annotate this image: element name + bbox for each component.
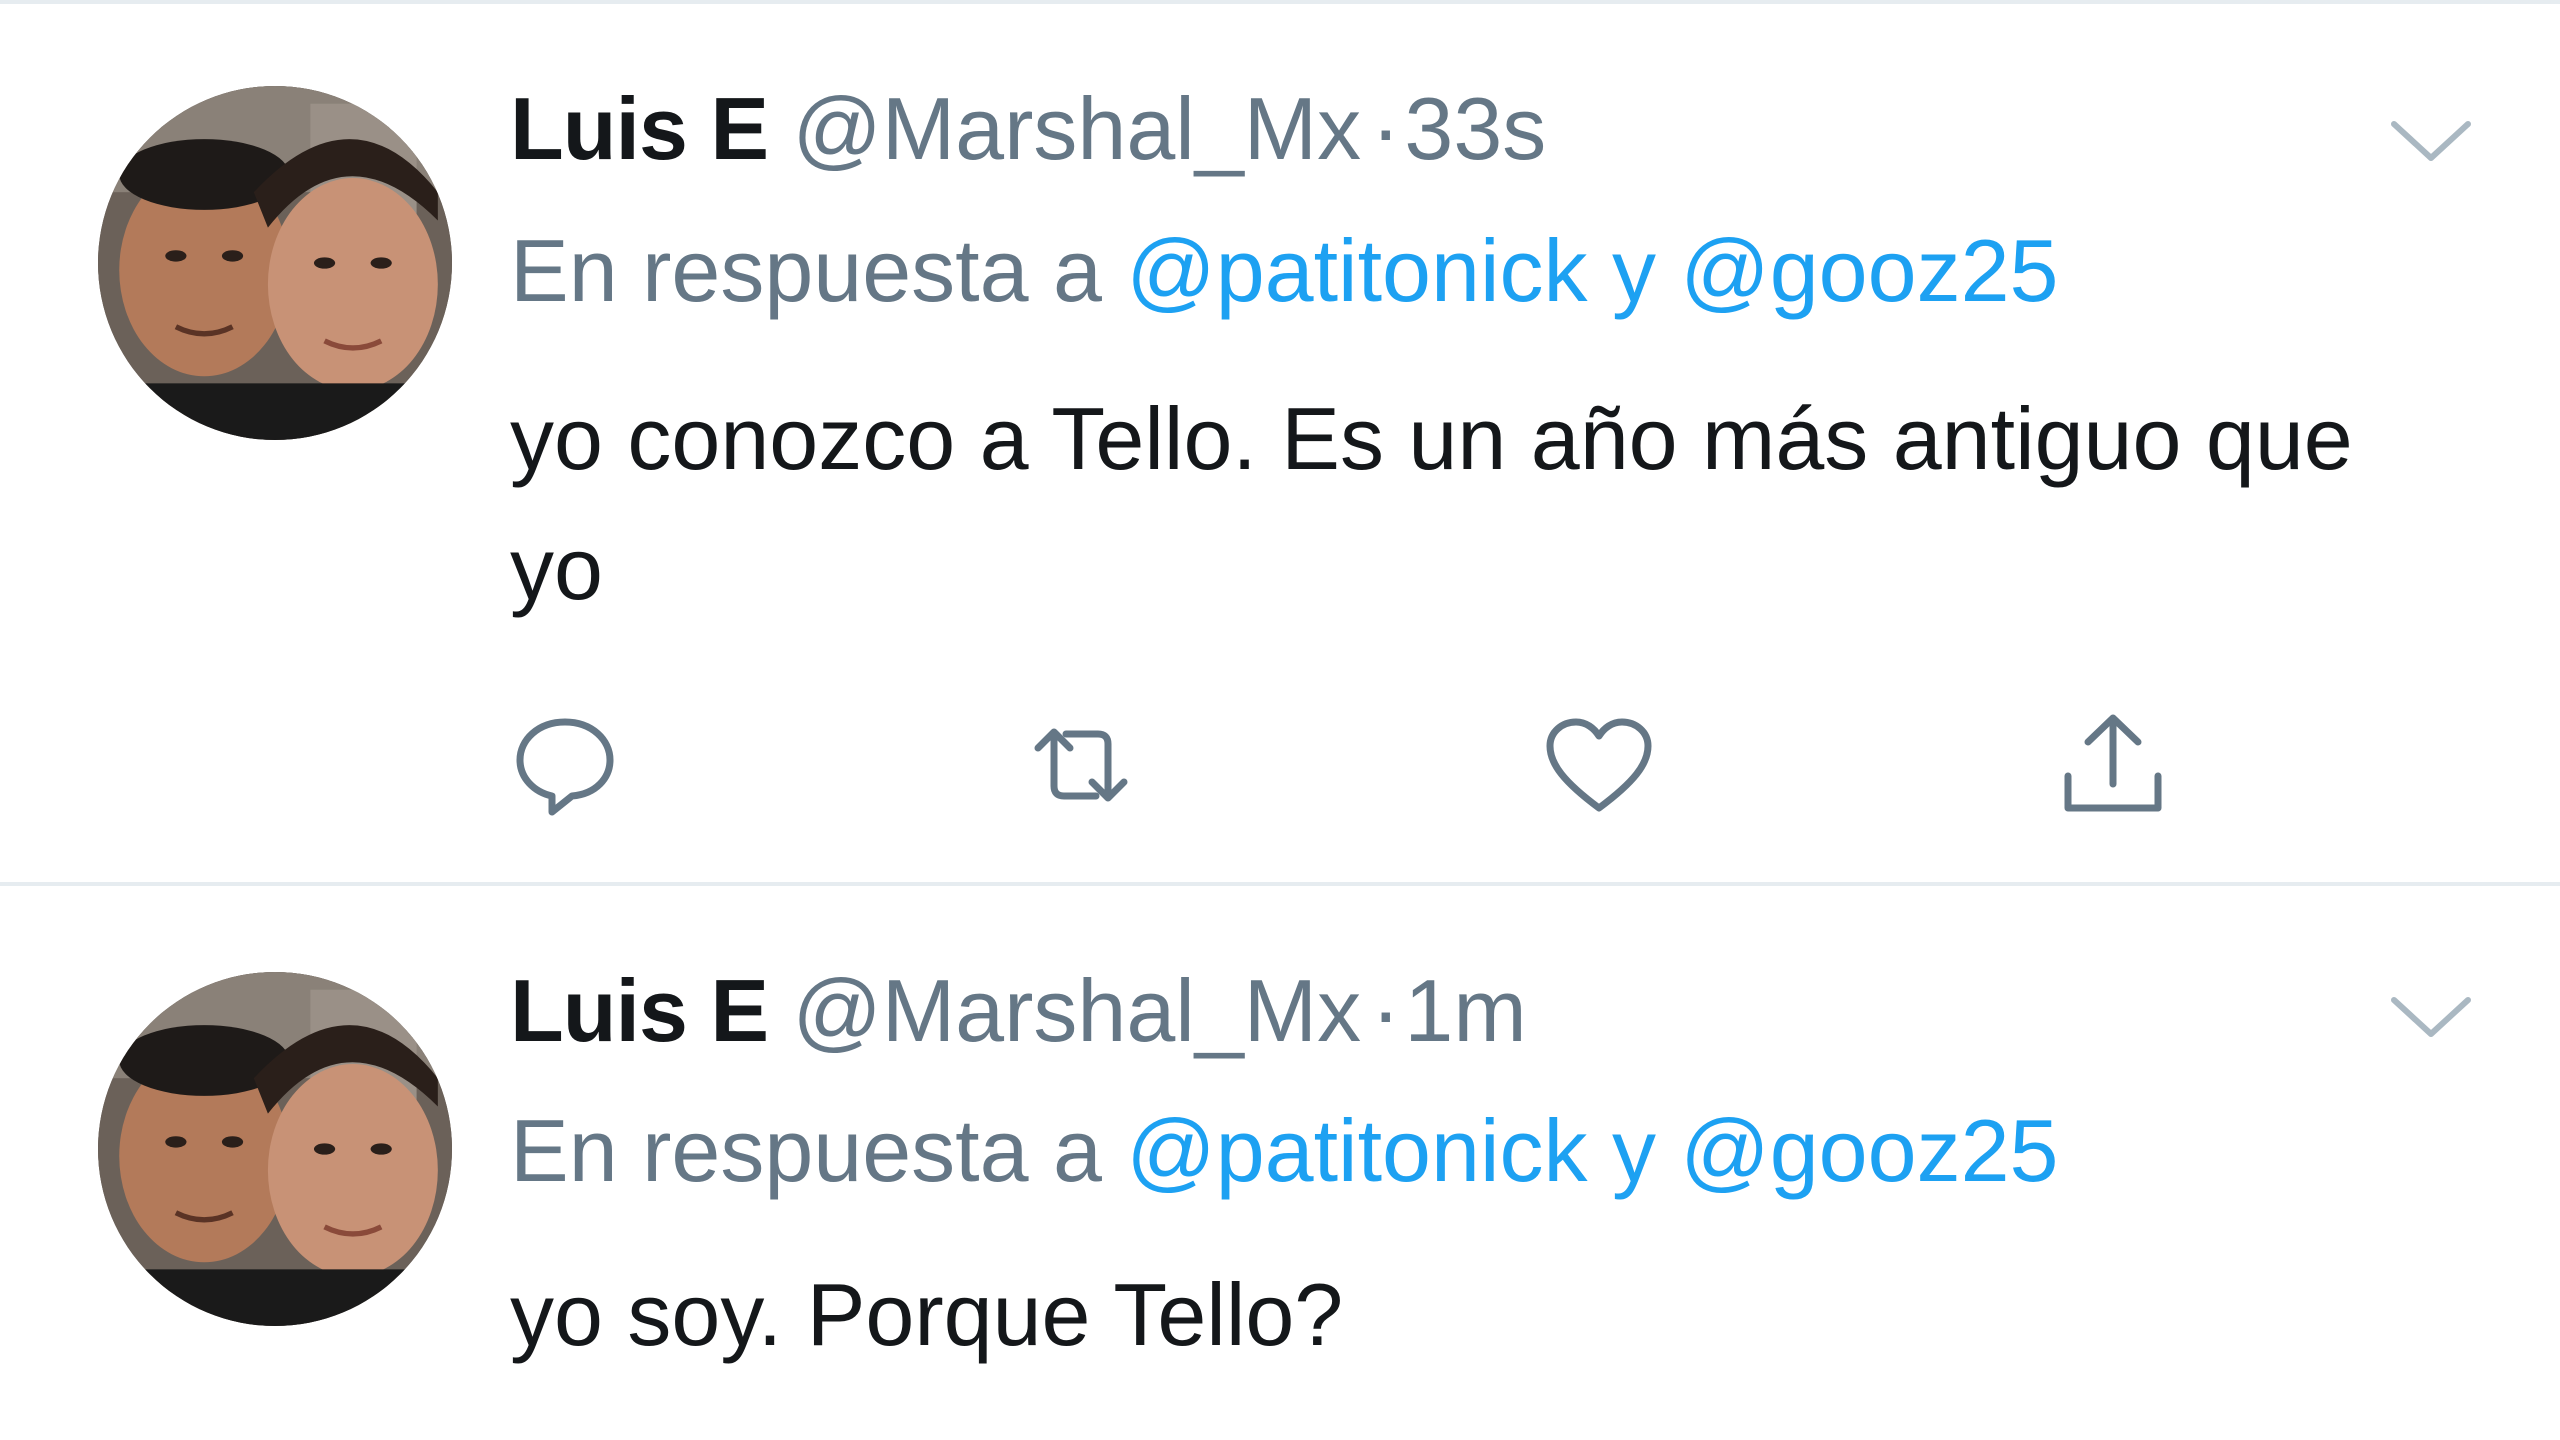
reply-prefix: En respuesta a [510,221,1102,320]
reply-context: En respuesta a @patitonick y @gooz25 [510,1096,2058,1206]
chevron-down-icon[interactable] [2386,986,2476,1046]
retweet-icon[interactable] [1016,700,1146,830]
heart-icon[interactable] [1534,700,1664,830]
author-handle[interactable]: @Marshal_Mx [793,961,1362,1060]
tweet-header: Luis E @Marshal_Mx ·1m [510,956,1527,1066]
tweet[interactable]: Luis E @Marshal_Mx ·1m En respuesta a @pa… [0,890,2560,1440]
avatar[interactable] [98,86,452,440]
tweet-actions [0,700,2560,840]
chevron-down-icon[interactable] [2386,110,2476,170]
reply-prefix: En respuesta a [510,1101,1102,1200]
separator: · [1371,79,1401,178]
author-name[interactable]: Luis E [510,79,769,178]
mention-link[interactable]: @patitonick [1126,1101,1587,1200]
author-name[interactable]: Luis E [510,961,769,1060]
author-handle[interactable]: @Marshal_Mx [793,79,1362,178]
mention-link[interactable]: @patitonick [1126,221,1587,320]
tweet-divider [0,882,2560,886]
mention-conjunction: y [1611,221,1656,320]
reply-context: En respuesta a @patitonick y @gooz25 [510,216,2058,326]
separator: · [1371,961,1401,1060]
tweet[interactable]: Luis E @Marshal_Mx ·33s En respuesta a @p… [0,0,2560,886]
mention-link[interactable]: @gooz25 [1680,221,2058,320]
tweet-text: yo conozco a Tello. Es un año más antigu… [510,389,2353,618]
avatar[interactable] [98,972,452,1326]
mention-link[interactable]: @gooz25 [1680,1101,2058,1200]
timestamp[interactable]: 33s [1404,79,1546,178]
mention-conjunction: y [1611,1101,1656,1200]
reply-icon[interactable] [500,700,630,830]
timestamp[interactable]: 1m [1404,961,1526,1060]
share-icon[interactable] [2048,700,2178,830]
tweet-text: yo soy. Porque Tello? [510,1265,1344,1364]
tweet-header: Luis E @Marshal_Mx ·33s [510,74,1546,184]
